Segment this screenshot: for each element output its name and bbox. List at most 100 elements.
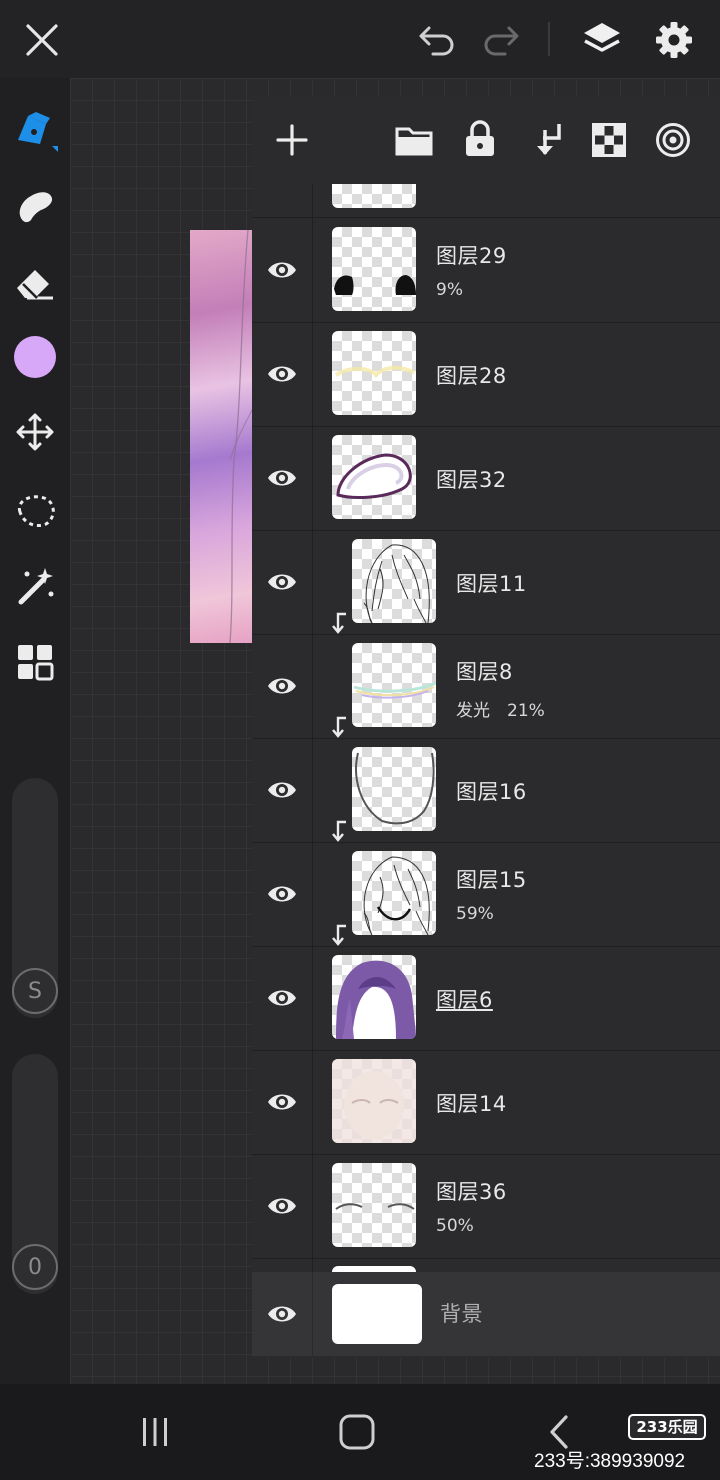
visibility-eye-icon[interactable]: [266, 1086, 298, 1118]
divider: [312, 322, 313, 426]
color-swatch[interactable]: [14, 336, 56, 378]
layer-row-partial: [252, 184, 720, 218]
artwork-preview: [190, 230, 252, 643]
layer-thumbnail: [332, 184, 416, 208]
layer-effects-icon[interactable]: [652, 120, 694, 160]
divider: [312, 1258, 313, 1272]
background-thumbnail: [332, 1284, 422, 1344]
background-layer-row[interactable]: 背景: [252, 1272, 720, 1356]
layer-name: 图层14: [436, 1092, 507, 1116]
layer-thumbnail: [352, 539, 436, 623]
divider: [312, 1272, 313, 1356]
layers-panel: 图层29 9% 图层28 图层32 图层11 图层8 发光 21% 图层16 图层15 59% 图层…: [252, 96, 720, 1358]
grid-icon[interactable]: [10, 638, 60, 686]
system-nav-bar: 233乐园 233号:389939092: [0, 1384, 720, 1480]
layer-row-partial-bottom: [252, 1258, 720, 1272]
opacity-handle[interactable]: 0: [12, 1244, 58, 1290]
layers-panel-toolbar: [252, 96, 720, 184]
layer-blend-opacity: 59%: [456, 904, 494, 924]
visibility-eye-icon[interactable]: [266, 462, 298, 494]
smudge-icon[interactable]: [10, 182, 60, 230]
layer-thumbnail: [352, 643, 436, 727]
layer-row[interactable]: 图层11: [252, 530, 720, 635]
lock-icon[interactable]: [458, 118, 502, 160]
toolbar-divider: [548, 22, 550, 56]
layer-name: 图层36: [436, 1180, 507, 1204]
opacity-handle-label: 0: [28, 1254, 42, 1280]
visibility-eye-icon[interactable]: [266, 1298, 298, 1330]
layer-thumbnail: [332, 1163, 416, 1247]
layer-thumbnail: [332, 1059, 416, 1143]
add-layer-icon[interactable]: [272, 120, 312, 160]
folder-icon[interactable]: [392, 120, 436, 160]
divider: [312, 1154, 313, 1258]
lasso-icon[interactable]: [10, 486, 60, 534]
transparency-lock-icon[interactable]: [588, 120, 630, 160]
home-icon[interactable]: [332, 1408, 382, 1456]
background-layer-name: 背景: [440, 1302, 483, 1326]
layer-row[interactable]: 图层28: [252, 322, 720, 427]
visibility-eye-icon[interactable]: [266, 358, 298, 390]
layer-row[interactable]: 图层36 50%: [252, 1154, 720, 1259]
divider: [312, 426, 313, 530]
redo-icon[interactable]: [480, 20, 522, 60]
top-toolbar: [0, 0, 720, 96]
layer-row[interactable]: 图层16: [252, 738, 720, 843]
watermark-logo: 233乐园: [628, 1414, 706, 1440]
layer-name: 图层16: [456, 780, 527, 804]
layer-blend-opacity: 9%: [436, 280, 463, 300]
brush-size-handle[interactable]: S: [12, 968, 58, 1014]
layer-row[interactable]: 图层32: [252, 426, 720, 531]
layer-name: 图层6: [436, 988, 493, 1012]
transform-icon[interactable]: [10, 408, 60, 456]
visibility-eye-icon[interactable]: [266, 878, 298, 910]
clipping-mask-icon[interactable]: [524, 118, 568, 160]
layer-row[interactable]: 图层29 9%: [252, 218, 720, 323]
layer-row[interactable]: 图层15 59%: [252, 842, 720, 947]
layer-thumbnail: [352, 851, 436, 935]
layer-row[interactable]: 图层14: [252, 1050, 720, 1155]
layer-blend-opacity: 发光 21%: [456, 701, 545, 721]
undo-icon[interactable]: [416, 20, 458, 60]
divider: [312, 530, 313, 634]
layer-thumbnail: [332, 331, 416, 415]
divider: [312, 946, 313, 1050]
clipping-arrow-icon: [332, 924, 348, 946]
divider: [312, 634, 313, 738]
settings-icon[interactable]: [650, 16, 698, 64]
layer-name: 图层8: [456, 660, 513, 684]
layer-list: 图层29 9% 图层28 图层32 图层11 图层8 发光 21% 图层16 图层15 59% 图层…: [252, 218, 720, 1268]
visibility-eye-icon[interactable]: [266, 566, 298, 598]
clipping-arrow-icon: [332, 612, 348, 634]
left-tool-sidebar: S 0: [0, 78, 70, 1384]
clipping-arrow-icon: [332, 820, 348, 842]
layer-name: 图层11: [456, 572, 527, 596]
divider: [312, 184, 313, 217]
watermark-logo-text: 233乐园: [636, 1418, 698, 1436]
visibility-eye-icon[interactable]: [266, 254, 298, 286]
recent-apps-icon[interactable]: [130, 1408, 180, 1456]
brush-icon[interactable]: [10, 108, 62, 156]
visibility-eye-icon[interactable]: [266, 670, 298, 702]
clipping-arrow-icon: [332, 716, 348, 738]
close-icon[interactable]: [22, 20, 62, 60]
visibility-eye-icon[interactable]: [266, 1190, 298, 1222]
watermark-text: 233号:389939092: [534, 1451, 686, 1472]
divider: [312, 738, 313, 842]
layer-name: 图层32: [436, 468, 507, 492]
layers-icon[interactable]: [578, 16, 626, 64]
magic-wand-icon[interactable]: [10, 562, 60, 610]
size-handle-label: S: [28, 978, 42, 1004]
layer-row[interactable]: 图层6: [252, 946, 720, 1051]
layer-thumbnail: [332, 227, 416, 311]
layer-name: 图层28: [436, 364, 507, 388]
layer-row[interactable]: 图层8 发光 21%: [252, 634, 720, 739]
visibility-eye-icon[interactable]: [266, 982, 298, 1014]
visibility-eye-icon[interactable]: [266, 774, 298, 806]
divider: [312, 1050, 313, 1154]
layer-thumbnail: [332, 955, 416, 1039]
layer-thumbnail: [352, 747, 436, 831]
layer-name: 图层29: [436, 244, 507, 268]
eraser-icon[interactable]: [10, 258, 60, 306]
divider: [312, 842, 313, 946]
